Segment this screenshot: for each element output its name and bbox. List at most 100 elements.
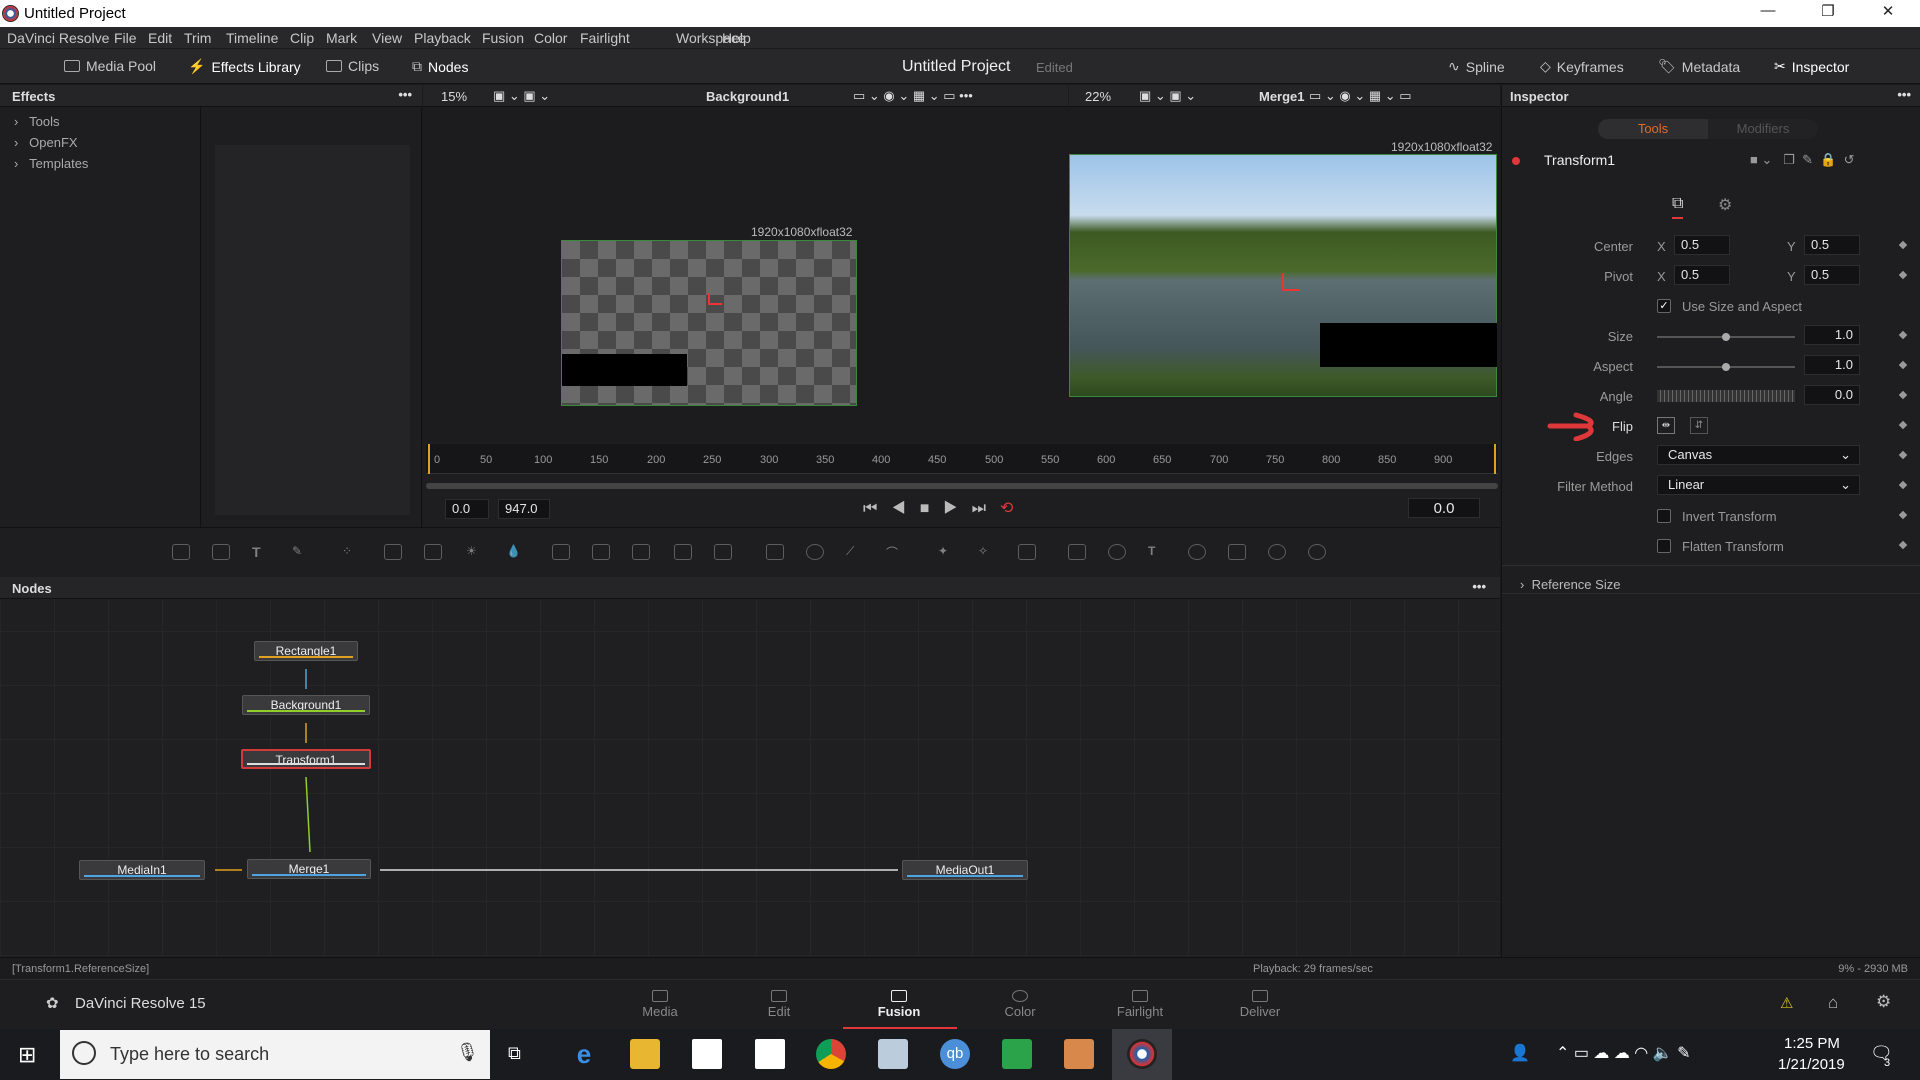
flatten-transform-checkbox[interactable] [1657, 539, 1671, 553]
menu-clip[interactable]: Clip [290, 30, 314, 46]
menu-color[interactable]: Color [534, 30, 567, 46]
image-tool-icon[interactable] [212, 544, 230, 560]
center-keyframe-icon[interactable] [1898, 240, 1908, 250]
size-field[interactable]: 1.0 [1804, 325, 1860, 345]
text3d-icon[interactable] [1108, 544, 1126, 560]
app-icon[interactable] [1064, 1039, 1094, 1069]
minimize-button[interactable]: — [1748, 2, 1788, 24]
color-drop-tool-icon[interactable]: 💧 [506, 544, 524, 560]
flip-keyframe-icon[interactable] [1898, 420, 1908, 430]
tool-header-icons[interactable]: ■ ⌄ ❐ ✎ 🔒 ↺ [1750, 152, 1855, 168]
more-options-icon[interactable]: ••• [398, 87, 412, 102]
snip-tool-icon[interactable] [878, 1039, 908, 1069]
page-fusion[interactable]: Fusion [844, 990, 954, 1019]
reference-size-section[interactable]: › Reference Size [1520, 577, 1620, 592]
renderer3d-icon[interactable] [1308, 544, 1326, 560]
size-keyframe-icon[interactable] [1898, 330, 1908, 340]
page-edit[interactable]: Edit [724, 990, 834, 1019]
camera3d-icon[interactable] [1228, 544, 1246, 560]
text-tool-icon[interactable]: T [252, 544, 270, 560]
store-icon[interactable] [692, 1039, 722, 1069]
background-preview[interactable] [561, 240, 857, 406]
aspect-slider[interactable] [1657, 363, 1795, 371]
brightness-tool-icon[interactable]: ☀ [466, 544, 484, 560]
merge3d-icon[interactable] [1188, 544, 1206, 560]
tree-item-tools[interactable]: › Tools [14, 114, 60, 129]
pivot-x-field[interactable]: 0.5 [1674, 265, 1730, 285]
flatten-keyframe-icon[interactable] [1898, 540, 1908, 550]
media-pool-button[interactable]: Media Pool [64, 58, 156, 74]
node-mediain1[interactable]: MediaIn1 [79, 860, 205, 880]
tab-modifiers[interactable]: Modifiers [1708, 119, 1818, 139]
home-icon[interactable]: ⌂ [1828, 993, 1838, 1013]
matte-control-icon[interactable] [632, 544, 650, 560]
aspect-slider-knob[interactable] [1722, 363, 1730, 371]
windows-start-icon[interactable]: ⊞ [18, 1042, 36, 1068]
pivot-y-field[interactable]: 0.5 [1804, 265, 1860, 285]
render-end-marker[interactable] [1494, 444, 1496, 474]
clock-time[interactable]: 1:25 PM [1784, 1035, 1840, 1052]
start-time-field[interactable]: 0.0 [445, 499, 489, 519]
tool-enable-dot[interactable] [1512, 157, 1520, 165]
metadata-button[interactable]: 🏷 Metadata [1658, 58, 1740, 75]
view-options-icon[interactable]: ▣ ⌄ ▣ ⌄ [493, 88, 550, 104]
menu-timeline[interactable]: Timeline [226, 30, 278, 46]
edges-dropdown[interactable]: Canvas ⌄ [1657, 445, 1860, 465]
page-deliver[interactable]: Deliver [1205, 990, 1315, 1019]
fog-tool-icon[interactable] [424, 544, 442, 560]
resize-tool-icon[interactable] [674, 544, 692, 560]
settings-tab-icon[interactable]: ⚙ [1718, 195, 1732, 215]
paint-tool-icon[interactable]: ✎ [292, 544, 310, 560]
go-to-start-icon[interactable]: ⏮ [863, 500, 891, 517]
step-back-icon[interactable]: ◀ [891, 500, 919, 517]
page-color[interactable]: Color [965, 990, 1075, 1019]
merge-tool-icon[interactable] [552, 544, 570, 560]
filter-method-dropdown[interactable]: Linear ⌄ [1657, 475, 1860, 495]
transform-tool-icon[interactable] [714, 544, 732, 560]
tree-item-templates[interactable]: › Templates [14, 156, 88, 171]
controls-tab-icon[interactable]: ⧉ [1672, 195, 1684, 219]
rectangle-mask-icon[interactable] [766, 544, 784, 560]
invert-keyframe-icon[interactable] [1898, 510, 1908, 520]
zoom-level-2[interactable]: 22% [1085, 89, 1111, 104]
node-rectangle1[interactable]: Rectangle1 [254, 641, 358, 661]
resolve-taskbar-button[interactable] [1112, 1029, 1172, 1080]
node-background1[interactable]: Background1 [242, 695, 370, 715]
menu-playback[interactable]: Playback [414, 30, 471, 46]
node-editor[interactable]: Nodes ••• Rectangle1 Background1 Transfor… [0, 577, 1500, 957]
menu-file[interactable]: File [114, 30, 137, 46]
qbittorrent-icon[interactable]: qb [940, 1039, 970, 1069]
transform-y-handle[interactable] [708, 293, 710, 305]
flip-horizontal-icon[interactable]: ⇹ [1657, 417, 1675, 434]
playhead[interactable] [428, 444, 430, 474]
particles-tool-icon[interactable]: ⁘ [342, 544, 360, 560]
background-tool-icon[interactable] [172, 544, 190, 560]
page-fairlight[interactable]: Fairlight [1085, 990, 1195, 1019]
use-size-aspect-checkbox[interactable]: ✓ [1657, 299, 1671, 313]
clips-button[interactable]: Clips [326, 58, 379, 74]
filter-keyframe-icon[interactable] [1898, 480, 1908, 490]
menu-mark[interactable]: Mark [326, 30, 357, 46]
transport-controls[interactable]: ⏮◀■▶⏭⟲ [863, 498, 1027, 518]
polygon-mask-icon[interactable]: ⟋ [846, 544, 864, 560]
size-slider-knob[interactable] [1722, 333, 1730, 341]
transform-x-handle[interactable] [708, 303, 722, 305]
menu-fusion[interactable]: Fusion [482, 30, 524, 46]
ellipse-mask-icon[interactable] [806, 544, 824, 560]
transform-x-handle-2[interactable] [1282, 289, 1300, 291]
chrome-icon[interactable] [816, 1039, 846, 1069]
close-button[interactable]: ✕ [1868, 2, 1908, 24]
menu-davinci[interactable]: DaVinci Resolve [7, 30, 109, 46]
effects-library-button[interactable]: ⚡ Effects Library [188, 58, 301, 75]
aspect-keyframe-icon[interactable] [1898, 360, 1908, 370]
spline-button[interactable]: ∿ Spline [1448, 58, 1505, 75]
current-time-field[interactable]: 0.0 [1408, 498, 1480, 518]
play-icon[interactable]: ▶ [943, 500, 971, 517]
system-tray-icons[interactable]: ⌃ ▭ ☁ ☁ ◠ 🔈 ✎ [1556, 1043, 1690, 1063]
shape3d-icon[interactable] [1068, 544, 1086, 560]
mail-icon[interactable] [755, 1039, 785, 1069]
camera-tracker-icon[interactable] [1018, 544, 1036, 560]
page-media[interactable]: Media [605, 990, 715, 1019]
menu-view[interactable]: View [372, 30, 402, 46]
time-scrollbar[interactable] [426, 483, 1498, 489]
